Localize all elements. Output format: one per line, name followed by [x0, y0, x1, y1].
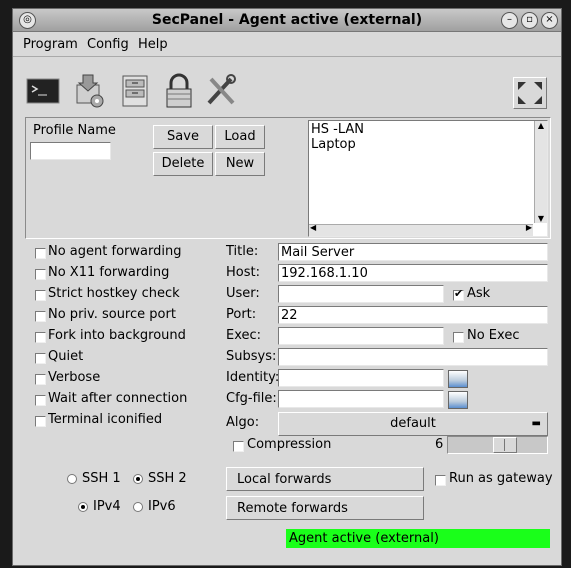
fullscreen-button[interactable] — [513, 77, 547, 109]
menubutton-indicator-icon: ▬ — [531, 418, 541, 429]
user-input[interactable] — [278, 285, 444, 303]
delete-button[interactable]: Delete — [153, 152, 213, 176]
save-button[interactable]: Save — [153, 125, 213, 149]
exec-label: Exec: — [226, 328, 262, 343]
option-label: Strict hostkey check — [48, 286, 180, 301]
host-label: Host: — [226, 265, 260, 280]
identity-input[interactable] — [278, 369, 444, 387]
identity-label: Identity: — [226, 370, 280, 385]
checkbox-quiet[interactable] — [35, 353, 46, 364]
option-label: Terminal iconified — [48, 412, 163, 427]
terminal-icon[interactable] — [25, 73, 61, 109]
no-exec-label: No Exec — [467, 328, 520, 343]
ssh2-radio[interactable] — [133, 474, 143, 484]
checkbox-terminal-iconified[interactable] — [35, 416, 46, 427]
checkbox-no-agent-forwarding[interactable] — [35, 248, 46, 259]
compression-level-value: 6 — [435, 437, 444, 452]
profile-list[interactable]: HS -LAN Laptop ▲ ▼ ◀ ▶ — [308, 120, 548, 237]
list-item[interactable]: Laptop — [311, 137, 356, 152]
menu-program[interactable]: Program — [23, 37, 78, 52]
host-input[interactable]: 192.168.1.10 — [278, 264, 548, 282]
load-button[interactable]: Load — [215, 125, 265, 149]
option-label: Fork into background — [48, 328, 186, 343]
option-label: No priv. source port — [48, 307, 176, 322]
user-label: User: — [226, 286, 260, 301]
ipv4-radio[interactable] — [78, 502, 88, 512]
cfgfile-label: Cfg-file: — [226, 391, 277, 406]
scroll-up-icon[interactable]: ▲ — [535, 121, 547, 130]
port-input[interactable]: 22 — [278, 306, 548, 324]
compression-slider[interactable] — [447, 436, 548, 454]
option-label: Verbose — [48, 370, 101, 385]
port-label: Port: — [226, 307, 257, 322]
horizontal-scrollbar[interactable]: ◀ ▶ — [309, 223, 533, 236]
status-bar: Agent active (external) — [286, 529, 550, 548]
new-button[interactable]: New — [215, 152, 265, 176]
algo-value: default — [390, 416, 436, 431]
no-exec-checkbox[interactable] — [453, 332, 464, 343]
lock-icon[interactable] — [161, 73, 197, 109]
algo-label: Algo: — [226, 415, 260, 430]
cfgfile-browse-folder-icon[interactable] — [448, 391, 468, 409]
option-label: No agent forwarding — [48, 244, 182, 259]
checkbox-no-x11-forwarding[interactable] — [35, 269, 46, 280]
menu-bar: Program Config Help — [13, 32, 561, 57]
profile-name-input[interactable] — [30, 142, 111, 160]
checkbox-wait-after-connection[interactable] — [35, 395, 46, 406]
tools-icon[interactable] — [203, 73, 239, 109]
title-label: Title: — [226, 244, 259, 259]
scroll-right-icon[interactable]: ▶ — [526, 223, 532, 232]
menu-help[interactable]: Help — [138, 37, 168, 52]
title-input[interactable]: Mail Server — [278, 243, 548, 261]
local-forwards-button[interactable]: Local forwards — [226, 467, 424, 491]
sftp-icon[interactable] — [71, 73, 107, 109]
ssh1-label: SSH 1 — [82, 471, 121, 486]
profile-name-label: Profile Name — [33, 123, 116, 138]
option-label: No X11 forwarding — [48, 265, 170, 280]
ask-checkbox[interactable] — [453, 287, 464, 301]
run-as-gateway-label: Run as gateway — [449, 471, 553, 486]
fullscreen-icon — [518, 82, 542, 104]
ssh1-radio[interactable] — [67, 474, 77, 484]
option-label: Wait after connection — [48, 391, 188, 406]
slider-thumb[interactable] — [493, 437, 517, 453]
ask-label: Ask — [467, 286, 491, 301]
subsys-label: Subsys: — [226, 349, 277, 364]
exec-input[interactable] — [278, 327, 444, 345]
ipv6-label: IPv6 — [148, 499, 176, 514]
ipv4-label: IPv4 — [93, 499, 121, 514]
option-label: Quiet — [48, 349, 84, 364]
list-item[interactable]: HS -LAN — [311, 122, 364, 137]
remote-forwards-button[interactable]: Remote forwards — [226, 496, 424, 520]
compression-label: Compression — [247, 437, 332, 452]
vertical-scrollbar[interactable]: ▲ ▼ — [534, 121, 547, 223]
checkbox-no-priv-source-port[interactable] — [35, 311, 46, 322]
cfgfile-input[interactable] — [278, 390, 444, 408]
window-title: SecPanel - Agent active (external) — [151, 12, 423, 28]
subsys-input[interactable] — [278, 348, 548, 366]
filer-icon[interactable] — [117, 73, 153, 109]
scroll-down-icon[interactable]: ▼ — [535, 214, 547, 223]
scroll-left-icon[interactable]: ◀ — [310, 223, 316, 232]
run-as-gateway-checkbox[interactable] — [435, 475, 446, 486]
compression-checkbox[interactable] — [233, 441, 244, 452]
minimize-icon[interactable]: – — [501, 12, 518, 29]
checkbox-strict-hostkey[interactable] — [35, 290, 46, 301]
secpanel-window: ◎ SecPanel - Agent active (external) – ▫… — [12, 8, 562, 566]
algo-select[interactable]: default ▬ — [278, 412, 548, 436]
identity-browse-folder-icon[interactable] — [448, 370, 468, 388]
checkbox-verbose[interactable] — [35, 374, 46, 385]
ssh2-label: SSH 2 — [148, 471, 187, 486]
title-bar: ◎ SecPanel - Agent active (external) – ▫… — [13, 9, 561, 32]
maximize-icon[interactable]: ▫ — [521, 12, 538, 29]
checkbox-fork-background[interactable] — [35, 332, 46, 343]
menu-config[interactable]: Config — [87, 37, 129, 52]
ipv6-radio[interactable] — [133, 502, 143, 512]
close-icon[interactable]: × — [541, 12, 558, 29]
